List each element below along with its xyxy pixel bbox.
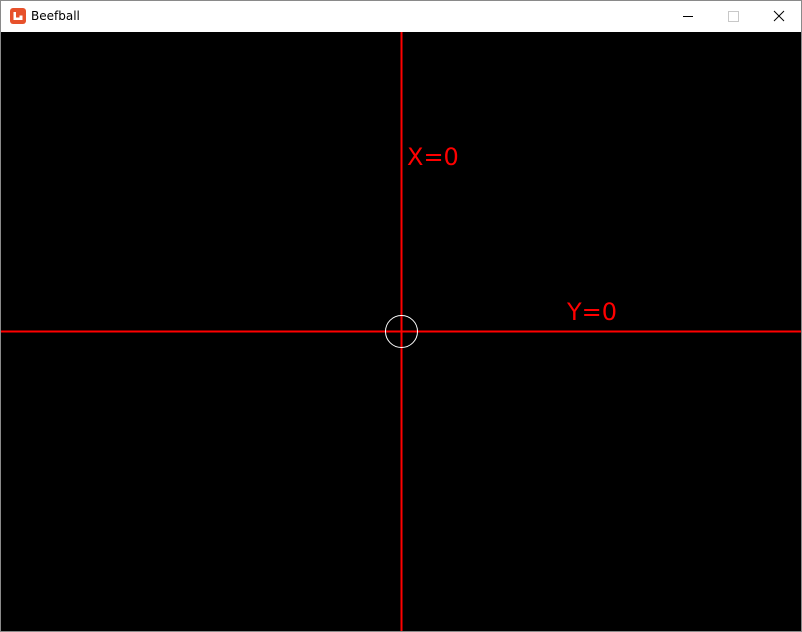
x-axis-label: X=0 <box>407 143 459 171</box>
y-axis-label: Y=0 <box>567 298 618 326</box>
minimize-button[interactable] <box>665 1 711 31</box>
close-icon <box>773 10 785 22</box>
game-viewport[interactable]: X=0 Y=0 <box>1 32 801 631</box>
title-bar[interactable]: Beefball <box>1 1 801 31</box>
maximize-button[interactable] <box>711 1 757 31</box>
minimize-icon <box>683 16 693 17</box>
close-button[interactable] <box>755 1 801 31</box>
window-title: Beefball <box>31 9 80 23</box>
maximize-icon <box>728 11 739 22</box>
monogame-icon <box>10 8 26 24</box>
game-scene <box>1 32 801 631</box>
game-window: Beefball X=0 Y=0 <box>0 0 802 632</box>
